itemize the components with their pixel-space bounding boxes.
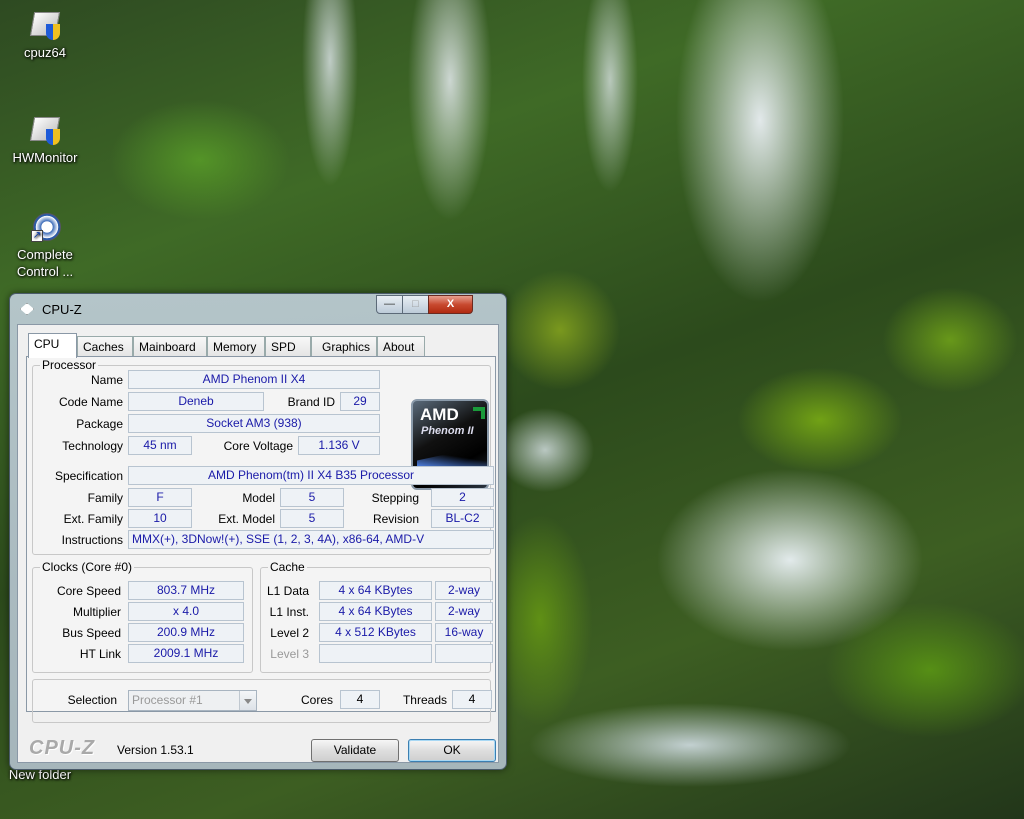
cores-label: Cores	[300, 693, 333, 707]
tab-strip: CPU Caches Mainboard Memory SPD Graphics…	[28, 333, 492, 358]
revision-value: BL-C2	[431, 509, 494, 528]
cpuz-window: CPU-Z — □ X CPU Caches Mainboard Memory …	[9, 293, 507, 770]
tab-about[interactable]: About	[377, 336, 425, 357]
validate-button[interactable]: Validate	[311, 739, 399, 762]
l1-data-label: L1 Data	[266, 584, 309, 598]
l1-inst-way: 2-way	[435, 602, 493, 621]
chevron-down-icon	[239, 691, 256, 710]
tab-graphics[interactable]: Graphics	[311, 336, 377, 357]
ext-model-label: Ext. Model	[218, 512, 275, 526]
tab-memory[interactable]: Memory	[207, 336, 265, 357]
core-speed-label: Core Speed	[56, 584, 121, 598]
threads-value: 4	[452, 690, 492, 709]
multiplier-value: x 4.0	[128, 602, 244, 621]
tab-cpu[interactable]: CPU	[28, 333, 77, 358]
cpuz-app-icon	[20, 303, 34, 315]
package-label: Package	[76, 417, 123, 431]
threads-label: Threads	[402, 693, 447, 707]
l1-inst-value: 4 x 64 KBytes	[319, 602, 432, 621]
family-value: F	[128, 488, 192, 507]
revision-label: Revision	[372, 512, 419, 526]
clocks-group-title: Clocks (Core #0)	[40, 560, 135, 574]
close-button[interactable]: X	[428, 295, 473, 314]
specification-value: AMD Phenom(tm) II X4 B35 Processor	[128, 466, 494, 485]
model-value: 5	[280, 488, 344, 507]
level2-value: 4 x 512 KBytes	[319, 623, 432, 642]
cpuz-shield-icon	[28, 10, 62, 42]
ok-button[interactable]: OK	[408, 739, 496, 762]
hwmonitor-shield-icon	[28, 115, 62, 147]
processor-select-value: Processor #1	[132, 693, 203, 707]
level3-way	[435, 644, 493, 663]
tab-caches[interactable]: Caches	[77, 336, 133, 357]
package-value: Socket AM3 (938)	[128, 414, 380, 433]
logo-product: Phenom II	[421, 425, 474, 437]
minimize-button[interactable]: —	[376, 295, 403, 314]
l1-data-value: 4 x 64 KBytes	[319, 581, 432, 600]
tab-mainboard[interactable]: Mainboard	[133, 336, 207, 357]
codename-value: Deneb	[128, 392, 264, 411]
processor-group-title: Processor	[40, 358, 99, 372]
codename-label: Code Name	[58, 395, 123, 409]
name-label: Name	[90, 373, 123, 387]
level3-value	[319, 644, 432, 663]
ht-link-value: 2009.1 MHz	[128, 644, 244, 663]
title-bar[interactable]: CPU-Z — □ X	[10, 294, 506, 324]
shortcut-icon: ↗	[28, 212, 62, 244]
desktop-icon-hwmonitor[interactable]: HWMonitor	[5, 115, 85, 166]
ext-model-value: 5	[280, 509, 344, 528]
selection-label: Selection	[67, 693, 117, 707]
specification-label: Specification	[54, 469, 123, 483]
bus-speed-label: Bus Speed	[62, 626, 121, 640]
ext-family-value: 10	[128, 509, 192, 528]
ht-link-label: HT Link	[79, 647, 121, 661]
tab-spd[interactable]: SPD	[265, 336, 311, 357]
processor-select[interactable]: Processor #1	[128, 690, 257, 711]
cores-value: 4	[340, 690, 380, 709]
core-voltage-value: 1.136 V	[298, 436, 380, 455]
bus-speed-value: 200.9 MHz	[128, 623, 244, 642]
desktop-icon-complete-control[interactable]: ↗ Complete Control ...	[5, 212, 85, 280]
name-value: AMD Phenom II X4	[128, 370, 380, 389]
desktop-icon-label: cpuz64	[24, 45, 66, 60]
core-voltage-label: Core Voltage	[223, 439, 293, 453]
version-label: Version 1.53.1	[117, 743, 194, 757]
level3-label: Level 3	[270, 647, 309, 661]
cache-group-title: Cache	[268, 560, 307, 574]
logo-brand: AMD	[420, 405, 459, 424]
stepping-value: 2	[431, 488, 494, 507]
l1-data-way: 2-way	[435, 581, 493, 600]
model-label: Model	[242, 491, 275, 505]
technology-label: Technology	[62, 439, 123, 453]
brandid-label: Brand ID	[287, 395, 335, 409]
instructions-value: MMX(+), 3DNow!(+), SSE (1, 2, 3, 4A), x8…	[128, 530, 494, 549]
amd-arrow-icon	[473, 407, 485, 419]
level2-label: Level 2	[270, 626, 309, 640]
stepping-label: Stepping	[371, 491, 419, 505]
instructions-label: Instructions	[61, 533, 123, 547]
desktop-icon-label: HWMonitor	[12, 150, 78, 165]
cpu-tab-panel: Processor Name AMD Phenom II X4 Code Nam…	[26, 356, 496, 723]
window-title: CPU-Z	[42, 302, 82, 317]
cpuz-brand-logo: CPU-Z	[29, 737, 96, 759]
technology-value: 45 nm	[128, 436, 192, 455]
l1-inst-label: L1 Inst.	[269, 605, 309, 619]
brandid-value: 29	[340, 392, 380, 411]
desktop-icon-label: Complete Control ...	[16, 247, 74, 279]
multiplier-label: Multiplier	[72, 605, 121, 619]
maximize-button[interactable]: □	[402, 295, 429, 314]
core-speed-value: 803.7 MHz	[128, 581, 244, 600]
window-client: CPU Caches Mainboard Memory SPD Graphics…	[17, 324, 499, 763]
desktop-icon-cpuz64[interactable]: cpuz64	[5, 10, 85, 61]
ext-family-label: Ext. Family	[63, 512, 123, 526]
level2-way: 16-way	[435, 623, 493, 642]
family-label: Family	[87, 491, 123, 505]
